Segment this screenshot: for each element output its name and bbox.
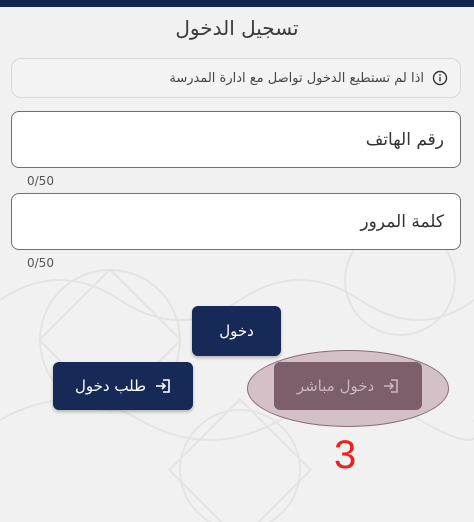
password-character-counter: 0/50 (27, 256, 54, 270)
step-number-annotation: 3 (334, 433, 357, 477)
login-button[interactable]: دخول (192, 306, 281, 356)
top-app-bar (0, 0, 474, 7)
login-button-label: دخول (219, 322, 254, 340)
info-icon (432, 70, 448, 86)
login-icon (383, 378, 399, 394)
password-field[interactable] (11, 193, 461, 250)
request-login-label: طلب دخول (75, 377, 147, 395)
direct-login-label: دخول مباشر (296, 377, 375, 395)
notice-text: اذا لم تستطيع الدخول تواصل مع ادارة المد… (169, 70, 424, 86)
page-title: تسجيل الدخول (175, 16, 299, 40)
request-login-button[interactable]: طلب دخول (53, 362, 193, 410)
login-icon (155, 378, 171, 394)
direct-login-button[interactable]: دخول مباشر (274, 362, 422, 410)
phone-character-counter: 0/50 (27, 174, 54, 188)
phone-field[interactable] (11, 111, 461, 168)
info-notice: اذا لم تستطيع الدخول تواصل مع ادارة المد… (11, 58, 461, 98)
